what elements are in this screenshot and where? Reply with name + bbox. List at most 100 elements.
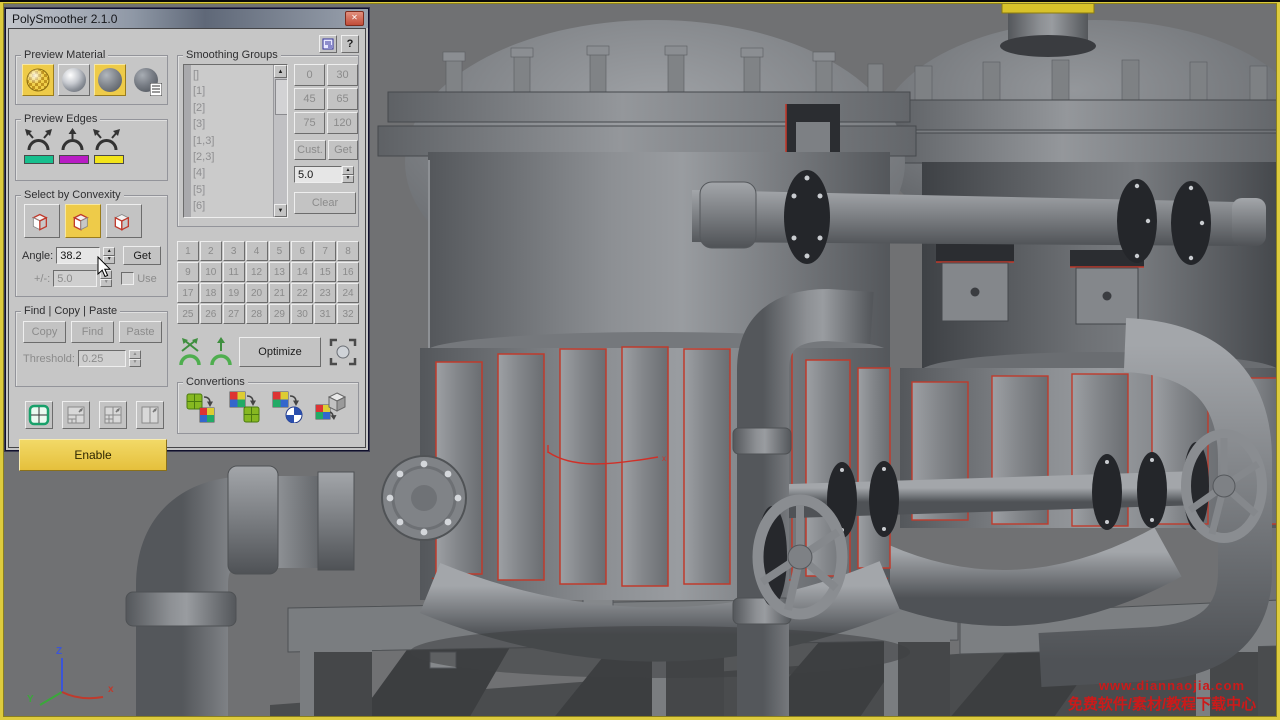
smoothing-group-number-button[interactable]: 28 (246, 304, 268, 324)
angle-color-swatch[interactable] (94, 155, 124, 164)
spinner-up-icon[interactable]: ▲ (100, 270, 112, 279)
convert-groups-to-ids-icon[interactable] (186, 391, 218, 423)
angle-preset-button[interactable]: 75 (294, 112, 325, 134)
smoothing-group-list-item[interactable]: [1] (193, 83, 273, 99)
clear-button[interactable]: Clear (294, 192, 356, 214)
smoothing-group-number-button[interactable]: 12 (246, 262, 268, 282)
smoothing-group-number-button[interactable]: 17 (177, 283, 199, 303)
spinner-up-icon[interactable]: ▲ (103, 247, 115, 256)
smoothing-group-number-button[interactable]: 23 (314, 283, 336, 303)
convex-edges-icon[interactable] (24, 128, 53, 152)
smoothing-group-number-button[interactable]: 31 (314, 304, 336, 324)
spinner-up-icon[interactable]: ▲ (129, 350, 141, 359)
select-both-button[interactable] (65, 204, 101, 238)
smoothing-group-list-item[interactable]: [] (193, 67, 273, 83)
convert-ids-to-groups-icon[interactable] (229, 391, 261, 423)
material-checker-button[interactable] (22, 64, 54, 96)
find-button[interactable]: Find (71, 321, 114, 343)
select-concave-button[interactable] (106, 204, 142, 238)
smoothing-group-list-item[interactable]: [3] (193, 116, 273, 132)
spinner-down-icon[interactable]: ▼ (103, 256, 115, 265)
angle-preset-button[interactable]: 30 (327, 64, 358, 86)
use-tolerance-checkbox[interactable] (121, 272, 134, 285)
smoothing-angle-field[interactable]: 5.0 (294, 166, 342, 183)
concave-edges-icon[interactable] (58, 128, 87, 152)
smoothing-group-number-button[interactable]: 25 (177, 304, 199, 324)
smoothing-group-number-button[interactable]: 1 (177, 241, 199, 261)
smoothing-group-number-button[interactable]: 9 (177, 262, 199, 282)
spinner-down-icon[interactable]: ▼ (342, 175, 354, 184)
smoothing-group-number-button[interactable]: 14 (291, 262, 313, 282)
smoothing-group-number-button[interactable]: 6 (291, 241, 313, 261)
smoothing-group-number-button[interactable]: 27 (223, 304, 245, 324)
angle-get-button[interactable]: Get (123, 246, 161, 265)
scroll-down-icon[interactable]: ▼ (274, 204, 287, 217)
smoothing-group-number-button[interactable]: 3 (223, 241, 245, 261)
smoothing-group-number-button[interactable]: 26 (200, 304, 222, 324)
smoothing-group-number-button[interactable]: 20 (246, 283, 268, 303)
smoothing-group-number-button[interactable]: 8 (337, 241, 359, 261)
smoothing-group-list-item[interactable]: [2] (193, 100, 273, 116)
smoothing-groups-listbox[interactable]: [][1][2][3][1,3][2,3][4][5][6] ▲ ▼ (183, 64, 288, 218)
spinner-down-icon[interactable]: ▼ (129, 359, 141, 368)
smoothing-group-number-button[interactable]: 2 (200, 241, 222, 261)
unify-normals-icon[interactable] (177, 337, 203, 367)
notes-button[interactable] (319, 35, 337, 53)
smoothing-group-number-button[interactable]: 15 (314, 262, 336, 282)
grid-option-4-button[interactable] (136, 401, 164, 429)
enable-button[interactable]: Enable (19, 439, 167, 471)
select-convex-button[interactable] (24, 204, 60, 238)
concave-color-swatch[interactable] (59, 155, 89, 164)
threshold-spinner[interactable]: ▲ ▼ (129, 350, 141, 367)
flip-normals-icon[interactable] (209, 337, 233, 367)
smoothing-group-number-button[interactable]: 7 (314, 241, 336, 261)
smoothing-group-number-button[interactable]: 18 (200, 283, 222, 303)
copy-button[interactable]: Copy (23, 321, 66, 343)
listbox-scrollbar[interactable]: ▲ ▼ (273, 65, 287, 217)
smoothing-group-number-button[interactable]: 24 (337, 283, 359, 303)
convex-color-swatch[interactable] (24, 155, 54, 164)
smoothing-group-number-button[interactable]: 29 (269, 304, 291, 324)
isolate-selection-icon[interactable] (327, 336, 359, 368)
spinner-up-icon[interactable]: ▲ (342, 166, 354, 175)
optimize-button[interactable]: Optimize (239, 337, 321, 367)
tolerance-field[interactable]: 5.0 (53, 270, 97, 287)
angle-edges-icon[interactable] (92, 128, 121, 152)
material-list-button[interactable] (130, 64, 162, 96)
smoothing-group-list-item[interactable]: [5] (193, 182, 273, 198)
smoothing-group-number-button[interactable]: 21 (269, 283, 291, 303)
angle-preset-button[interactable]: 0 (294, 64, 325, 86)
smoothing-group-list-item[interactable]: [1,3] (193, 133, 273, 149)
smoothing-group-number-button[interactable]: 4 (246, 241, 268, 261)
convert-to-mesh-icon[interactable] (315, 391, 347, 423)
angle-preset-button[interactable]: 65 (327, 88, 358, 110)
angle-preset-button[interactable]: 120 (327, 112, 358, 134)
paste-button[interactable]: Paste (119, 321, 162, 343)
smoothing-group-number-button[interactable]: 32 (337, 304, 359, 324)
material-matte-button[interactable] (94, 64, 126, 96)
smoothing-group-number-button[interactable]: 10 (200, 262, 222, 282)
scroll-up-icon[interactable]: ▲ (274, 65, 287, 78)
threshold-field[interactable]: 0.25 (78, 350, 126, 367)
angle-preset-button[interactable]: 45 (294, 88, 325, 110)
tolerance-spinner[interactable]: ▲ ▼ (100, 270, 112, 287)
show-all-groups-button[interactable] (25, 401, 53, 429)
smoothing-group-list-item[interactable]: [2,3] (193, 149, 273, 165)
custom-angle-button[interactable]: Cust. (294, 140, 326, 160)
smoothing-group-number-button[interactable]: 30 (291, 304, 313, 324)
get-angle-button[interactable]: Get (328, 140, 358, 160)
smoothing-group-number-button[interactable]: 16 (337, 262, 359, 282)
convert-to-material-icon[interactable] (272, 391, 304, 423)
smoothing-group-number-button[interactable]: 5 (269, 241, 291, 261)
smoothing-group-number-button[interactable]: 11 (223, 262, 245, 282)
scrollbar-thumb[interactable] (275, 79, 288, 115)
close-button[interactable]: ✕ (345, 11, 364, 26)
smoothing-group-number-button[interactable]: 22 (291, 283, 313, 303)
angle-field[interactable]: 38.2 (56, 247, 100, 264)
smoothing-group-number-button[interactable]: 19 (223, 283, 245, 303)
material-shiny-button[interactable] (58, 64, 90, 96)
smoothing-group-list-item[interactable]: [6] (193, 198, 273, 214)
smoothing-group-list-item[interactable]: [4] (193, 165, 273, 181)
grid-option-2-button[interactable] (62, 401, 90, 429)
grid-option-3-button[interactable] (99, 401, 127, 429)
